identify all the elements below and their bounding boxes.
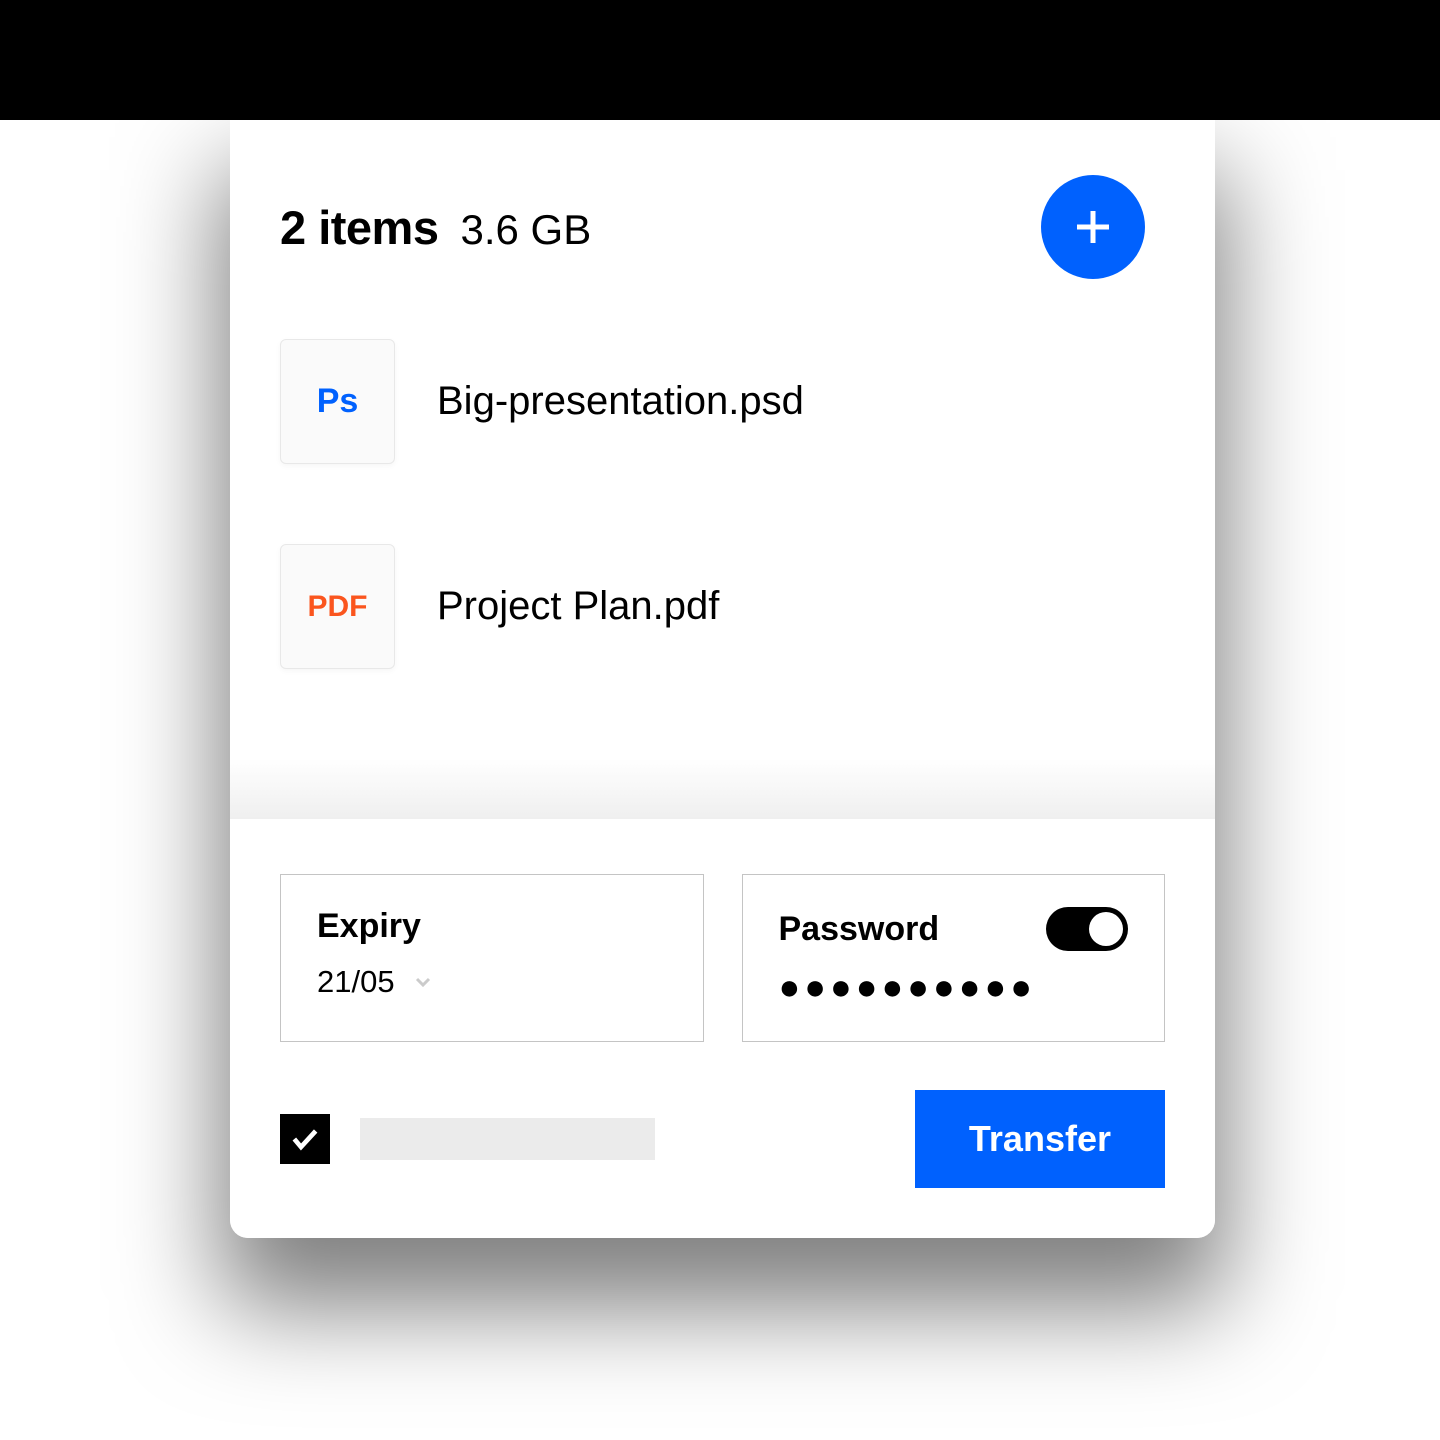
transfer-card: 2 items 3.6 GB Ps Big-presentation.psd P… — [230, 120, 1215, 1238]
password-option: Password ●●●●●●●●●● — [742, 874, 1166, 1042]
photoshop-file-icon: Ps — [280, 339, 395, 464]
action-left — [280, 1114, 655, 1164]
check-icon — [289, 1123, 321, 1155]
section-divider — [230, 759, 1215, 819]
file-name: Big-presentation.psd — [437, 379, 804, 424]
password-label: Password — [779, 910, 940, 949]
transfer-button[interactable]: Transfer — [915, 1090, 1165, 1188]
expiry-label: Expiry — [317, 907, 667, 946]
action-row: Transfer — [280, 1090, 1165, 1188]
card-header: 2 items 3.6 GB — [230, 120, 1215, 309]
options-panel: Expiry 21/05 Password ●●●●●●●●●● — [230, 819, 1215, 1238]
file-item[interactable]: Ps Big-presentation.psd — [280, 339, 1165, 464]
password-toggle[interactable] — [1046, 907, 1128, 951]
file-name: Project Plan.pdf — [437, 584, 719, 629]
toggle-knob — [1089, 912, 1123, 946]
password-masked-value[interactable]: ●●●●●●●●●● — [779, 969, 1129, 1005]
item-count: 2 items — [280, 200, 438, 255]
total-size: 3.6 GB — [460, 206, 591, 254]
plus-icon — [1069, 203, 1117, 251]
terms-checkbox[interactable] — [280, 1114, 330, 1164]
password-header: Password — [779, 907, 1129, 951]
expiry-option[interactable]: Expiry 21/05 — [280, 874, 704, 1042]
file-list: Ps Big-presentation.psd PDF Project Plan… — [230, 309, 1215, 799]
chevron-down-icon — [411, 970, 435, 994]
placeholder-text-bar — [360, 1118, 655, 1160]
top-black-bar — [0, 0, 1440, 120]
file-item[interactable]: PDF Project Plan.pdf — [280, 544, 1165, 669]
options-row: Expiry 21/05 Password ●●●●●●●●●● — [280, 874, 1165, 1042]
add-button[interactable] — [1041, 175, 1145, 279]
header-summary: 2 items 3.6 GB — [280, 200, 591, 255]
expiry-value: 21/05 — [317, 964, 395, 1000]
pdf-file-icon: PDF — [280, 544, 395, 669]
expiry-value-row: 21/05 — [317, 964, 667, 1000]
